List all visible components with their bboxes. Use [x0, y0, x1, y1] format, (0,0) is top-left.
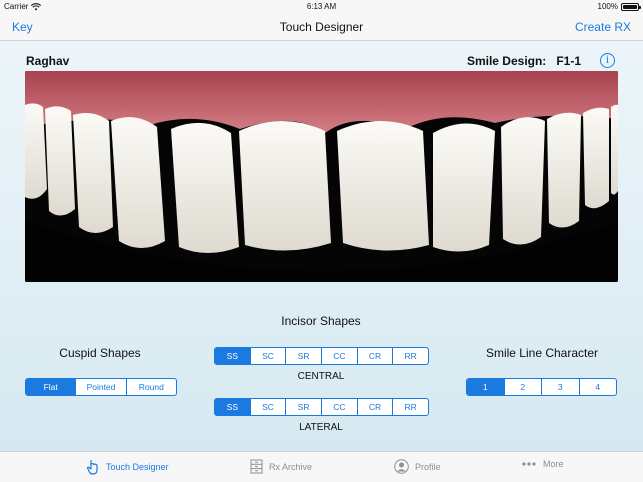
- cuspid-shape-selector: Flat Pointed Round: [25, 378, 177, 396]
- segment-option-rr[interactable]: RR: [393, 399, 428, 415]
- central-incisor-selector: SS SC SR CC CR RR: [214, 347, 429, 365]
- tab-label: Rx Archive: [269, 461, 313, 472]
- segment-option-ss[interactable]: SS: [215, 348, 251, 364]
- navigation-bar: Key Touch Designer Create RX: [0, 14, 643, 41]
- smile-design-title: Smile Design:: [466, 54, 547, 68]
- segment-option-3[interactable]: 3: [542, 379, 580, 395]
- segment-option-cc[interactable]: CC: [322, 348, 358, 364]
- smile-design-value: F1-1: [556, 54, 581, 68]
- status-time: 6:13 AM: [306, 2, 337, 11]
- segment-option-flat[interactable]: Flat: [26, 379, 77, 395]
- hand-pointer-icon: [86, 459, 98, 475]
- smile-design-label: Smile Design: F1-1: [467, 54, 581, 68]
- tab-bar: Touch Designer Rx Archive Profile More: [0, 451, 643, 482]
- tab-label: Profile: [415, 461, 441, 472]
- segment-option-sc[interactable]: SC: [251, 399, 287, 415]
- smile-photo: [25, 71, 618, 282]
- page-title: Touch Designer: [279, 20, 364, 34]
- central-label: CENTRAL: [297, 371, 345, 382]
- battery-icon: [621, 2, 641, 11]
- info-icon[interactable]: i: [600, 53, 615, 68]
- archive-icon: [250, 459, 263, 474]
- segment-option-sr[interactable]: SR: [286, 348, 323, 364]
- segment-option-pointed[interactable]: Pointed: [76, 379, 127, 395]
- create-rx-button[interactable]: Create RX: [575, 20, 631, 34]
- segment-option-sr[interactable]: SR: [286, 399, 323, 415]
- smile-line-selector: 1234: [466, 378, 617, 396]
- tab-label: More: [543, 459, 564, 469]
- incisor-shapes-title: Incisor Shapes: [281, 314, 361, 328]
- segment-option-rr[interactable]: RR: [393, 348, 428, 364]
- tab-rx-archive[interactable]: Rx Archive: [250, 459, 312, 474]
- segment-option-round[interactable]: Round: [127, 379, 176, 395]
- profile-icon: [394, 459, 409, 474]
- segment-option-ss[interactable]: SS: [215, 399, 251, 415]
- teeth-image: [25, 71, 618, 282]
- segment-option-cc[interactable]: CC: [322, 399, 358, 415]
- patient-name: Raghav: [26, 54, 70, 68]
- tab-label: Touch Designer: [106, 462, 169, 472]
- cuspid-shapes-title: Cuspid Shapes: [59, 346, 141, 360]
- segment-option-4[interactable]: 4: [580, 379, 617, 395]
- smile-line-title: Smile Line Character: [485, 346, 599, 360]
- tab-touch-designer[interactable]: Touch Designer: [86, 459, 169, 475]
- segment-option-cr[interactable]: CR: [358, 348, 394, 364]
- lateral-label: LATERAL: [299, 422, 343, 433]
- lateral-incisor-selector: SS SC SR CC CR RR: [214, 398, 429, 416]
- tab-more[interactable]: More: [521, 459, 564, 469]
- segment-option-2[interactable]: 2: [505, 379, 542, 395]
- segment-option-1[interactable]: 1: [467, 379, 505, 395]
- tab-profile[interactable]: Profile: [394, 459, 441, 474]
- battery-percent: 100%: [597, 2, 618, 11]
- segment-option-sc[interactable]: SC: [251, 348, 287, 364]
- status-bar: Carrier 6:13 AM 100%: [0, 0, 643, 14]
- more-icon: [522, 462, 536, 466]
- segment-option-cr[interactable]: CR: [358, 399, 394, 415]
